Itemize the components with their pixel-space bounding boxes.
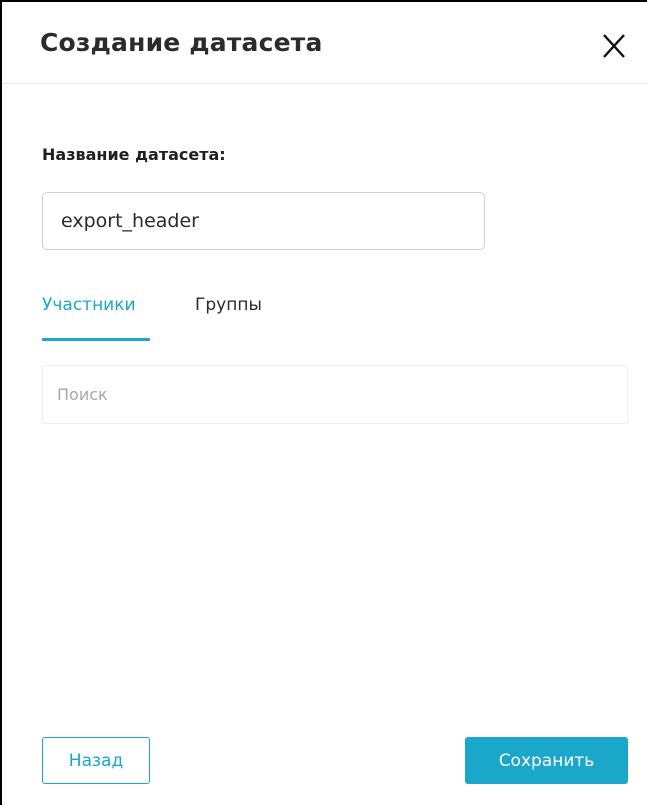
save-button[interactable]: Сохранить xyxy=(465,737,628,784)
back-button[interactable]: Назад xyxy=(42,737,150,784)
search-input[interactable] xyxy=(42,365,628,424)
dataset-name-input[interactable] xyxy=(42,192,485,250)
create-dataset-dialog: Создание датасета Название датасета: Уча… xyxy=(0,0,647,805)
tab-participants-label: Участники xyxy=(42,295,136,315)
tab-groups-label: Группы xyxy=(195,295,262,315)
tab-groups[interactable]: Группы xyxy=(195,295,285,341)
dialog-header: Создание датасета xyxy=(2,2,647,84)
dataset-name-label: Название датасета: xyxy=(42,145,226,164)
tab-participants[interactable]: Участники xyxy=(42,295,150,341)
active-tab-indicator xyxy=(42,338,150,341)
close-icon[interactable] xyxy=(598,30,630,62)
dialog-title: Создание датасета xyxy=(40,28,323,57)
